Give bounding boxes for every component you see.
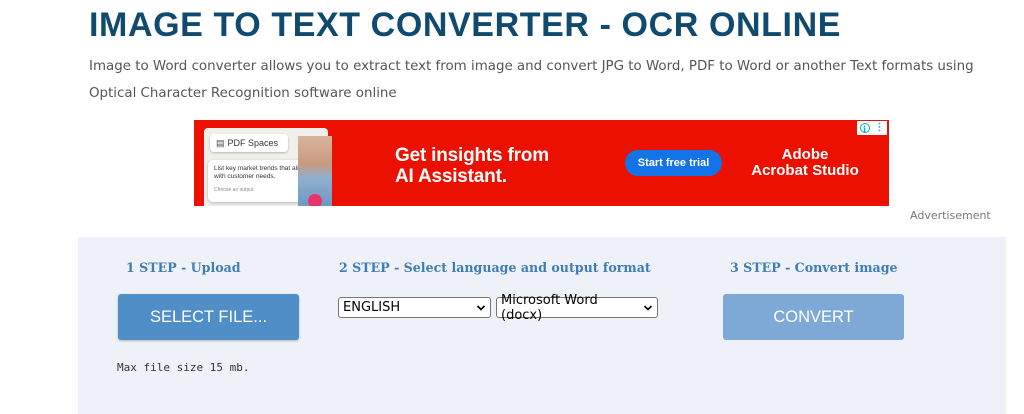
chevron-down-icon [476, 304, 486, 311]
info-icon[interactable]: i [859, 123, 870, 134]
document-icon: ▤ [216, 138, 225, 148]
convert-button[interactable]: CONVERT [723, 294, 904, 340]
step-2-label: 2 STEP - Select language and output form… [339, 260, 651, 275]
max-file-size-note: Max file size 15 mb. [117, 361, 250, 374]
language-select-value: ENGLISH [343, 300, 401, 315]
ad-banner[interactable]: ▤ PDF Spaces List key market trends that … [194, 120, 889, 206]
ad-brand: Adobe Acrobat Studio [751, 146, 859, 179]
ad-cta-button[interactable]: Start free trial [625, 150, 722, 176]
language-select[interactable]: ENGLISH [338, 297, 491, 318]
ad-headline: Get insights from AI Assistant. [395, 145, 549, 187]
ad-mock-chip: ▤ PDF Spaces [210, 134, 288, 152]
ad-product-mockup: ▤ PDF Spaces List key market trends that … [204, 128, 332, 206]
kebab-menu-icon[interactable]: ⋮ [875, 121, 885, 135]
select-file-button[interactable]: SELECT FILE... [118, 294, 299, 340]
ad-pink-dot [308, 194, 322, 206]
chevron-down-icon [643, 304, 653, 311]
output-format-select-value: Microsoft Word (docx) [501, 292, 598, 323]
converter-panel: 1 STEP - Upload 2 STEP - Select language… [78, 237, 1006, 414]
ad-choices[interactable]: i ⋮ [857, 121, 887, 135]
step-3-label: 3 STEP - Convert image [730, 260, 898, 275]
ad-mock-prompt: List key market trends that align with c… [208, 160, 312, 202]
advertisement-label: Advertisement [910, 209, 991, 222]
page-title: IMAGE TO TEXT CONVERTER - OCR ONLINE [89, 6, 842, 44]
page-description: Image to Word converter allows you to ex… [89, 59, 974, 101]
output-format-select[interactable]: Microsoft Word (docx) [496, 293, 658, 323]
step-1-label: 1 STEP - Upload [126, 260, 241, 275]
